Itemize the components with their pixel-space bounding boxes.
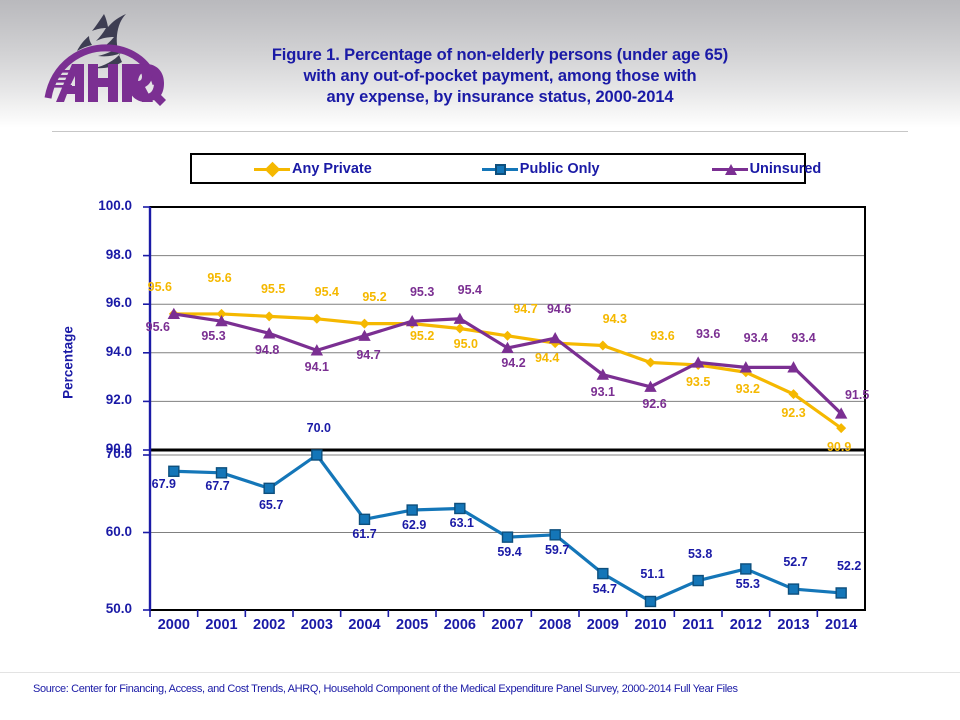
data-label: 95.3: [409, 285, 435, 300]
data-label: 55.3: [735, 576, 760, 591]
data-label: 93.6: [695, 326, 721, 341]
data-label: 93.1: [590, 384, 615, 399]
data-label: 92.3: [781, 406, 806, 421]
data-label: 91.5: [844, 387, 870, 402]
data-label: 90.9: [826, 440, 852, 455]
data-label: 59.7: [544, 542, 570, 557]
chart-canvas: [143, 206, 866, 617]
data-label: 95.5: [260, 282, 286, 297]
y-tick-label: 100.0: [98, 198, 132, 213]
data-label: 70.0: [306, 421, 331, 435]
y-axis-label: Percentage: [60, 326, 76, 399]
data-label: 62.9: [401, 518, 427, 533]
y-tick-label: 70.0: [105, 446, 132, 461]
source-note: Source: Center for Financing, Access, an…: [33, 683, 738, 695]
data-label: 94.6: [546, 302, 572, 317]
data-label: 53.8: [687, 546, 713, 561]
data-label: 52.7: [783, 555, 808, 570]
data-label: 95.4: [457, 282, 482, 297]
footer-divider: [0, 672, 960, 673]
data-label: 93.4: [743, 331, 768, 346]
data-label: 95.2: [362, 289, 387, 304]
y-tick-label: 94.0: [105, 343, 132, 359]
data-label: 94.3: [602, 311, 627, 326]
data-label: 95.2: [409, 328, 435, 343]
data-label: 95.0: [453, 336, 478, 351]
data-label: 95.6: [147, 279, 172, 294]
data-label: 95.6: [207, 270, 232, 285]
data-label: 95.3: [201, 329, 226, 344]
data-label: 94.1: [304, 360, 329, 375]
y-tick-label: 96.0: [105, 295, 132, 311]
data-label: 65.7: [258, 498, 284, 513]
data-label: 61.7: [352, 527, 377, 542]
data-label: 51.1: [640, 567, 665, 582]
data-label: 93.5: [685, 374, 711, 389]
y-tick-label: 50.0: [105, 601, 132, 616]
chart-x-ticks: [149, 610, 819, 617]
data-label: 54.7: [592, 581, 617, 596]
data-label: 92.6: [642, 396, 667, 411]
x-tick-label: 2014: [825, 617, 858, 633]
data-label: 52.2: [836, 558, 862, 573]
data-label: 67.9: [151, 477, 176, 492]
chart-plot-area: [0, 0, 960, 720]
data-label: 95.4: [314, 284, 339, 299]
y-tick-label: 60.0: [105, 523, 132, 539]
y-tick-label: 92.0: [105, 392, 132, 408]
data-label: 59.4: [497, 545, 522, 560]
data-label: 94.2: [501, 355, 526, 370]
y-tick-label: 98.0: [105, 246, 132, 262]
figure-page: Figure 1. Percentage of non-elderly pers…: [0, 0, 960, 720]
data-label: 94.8: [254, 343, 280, 358]
data-label: 93.6: [650, 328, 675, 343]
data-label: 95.6: [145, 319, 170, 334]
data-label: 94.7: [356, 347, 381, 362]
data-label: 67.7: [205, 478, 230, 493]
data-label: 63.1: [449, 516, 474, 531]
data-label: 93.4: [791, 331, 816, 346]
data-label: 93.2: [735, 382, 760, 397]
